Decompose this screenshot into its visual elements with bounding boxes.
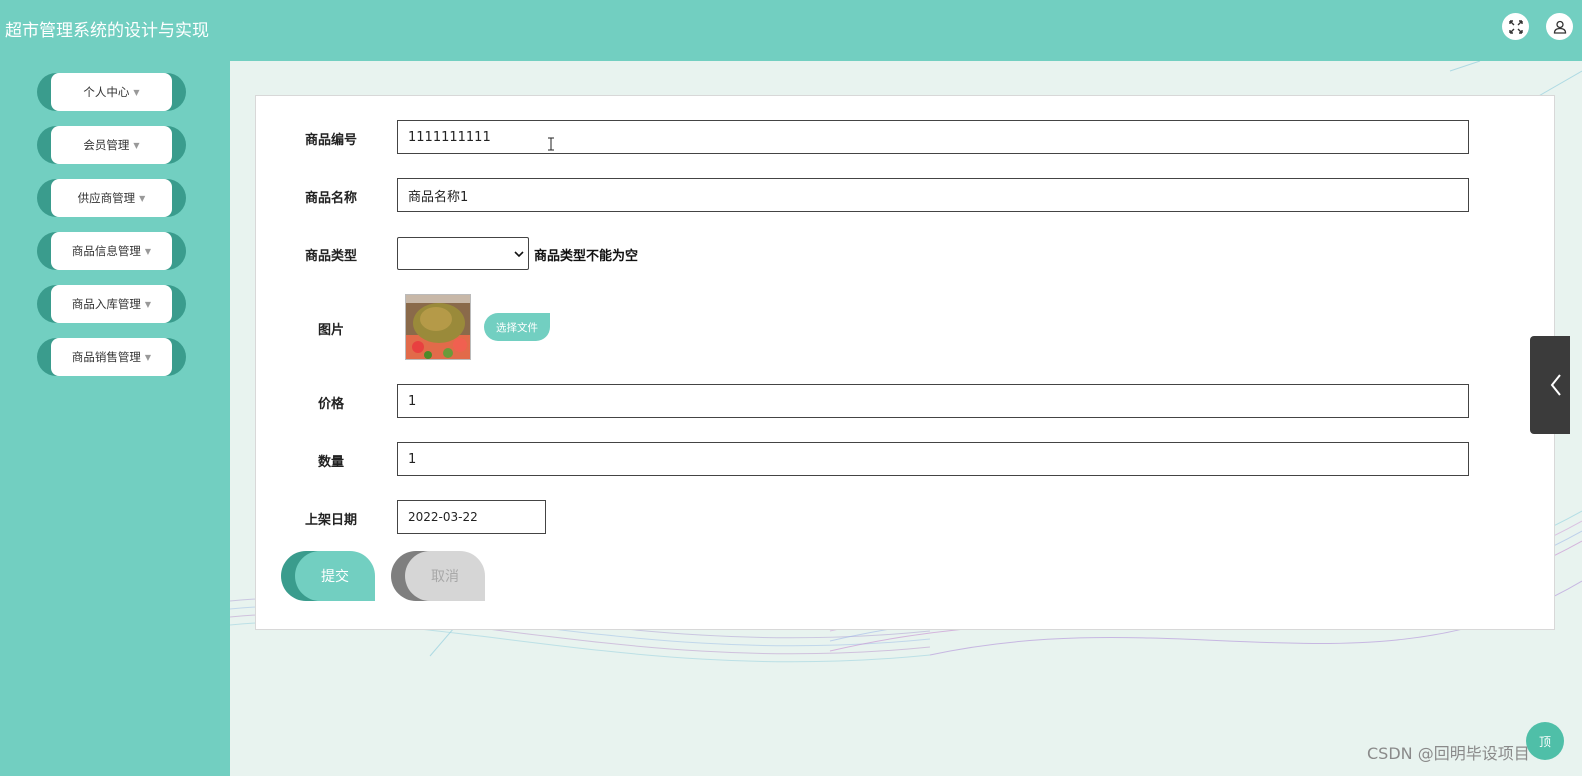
sidebar-item-label: 会员管理 <box>83 138 130 152</box>
product-form-card: 商品编号 商品名称 商品类型 商品类型不能为空 图片 选择文件 价格 数量 上架… <box>255 95 1555 630</box>
sidebar-item-label: 商品信息管理 <box>71 244 141 258</box>
sidebar-item-label: 商品入库管理 <box>71 297 141 311</box>
listing-date-input[interactable] <box>397 500 546 534</box>
quantity-label: 数量 <box>317 455 344 470</box>
caret-down-icon: ▼ <box>144 246 152 256</box>
image-label: 图片 <box>317 323 344 338</box>
product-no-input[interactable] <box>397 120 1469 154</box>
product-image-thumbnail <box>405 294 471 360</box>
product-type-select[interactable] <box>397 237 529 270</box>
side-panel-toggle[interactable] <box>1530 336 1570 434</box>
caret-down-icon: ▼ <box>139 193 146 203</box>
caret-down-icon: ▼ <box>144 352 152 362</box>
food-image <box>406 295 470 359</box>
price-label: 价格 <box>317 397 344 412</box>
sidebar-item-personal-center[interactable]: 个人中心 ▼ <box>37 73 186 111</box>
quantity-input[interactable] <box>397 442 1469 476</box>
caret-down-icon: ▼ <box>133 87 140 97</box>
top-header: 超市管理系统的设计与实现 <box>0 0 1582 61</box>
product-type-label: 商品类型 <box>304 249 357 264</box>
chevron-left-icon <box>1550 374 1561 396</box>
chevron-down-icon <box>514 251 524 258</box>
sidebar-item-label: 商品销售管理 <box>71 350 141 364</box>
sidebar-item-supplier-management[interactable]: 供应商管理 ▼ <box>37 179 186 217</box>
submit-label: 提交 <box>295 551 375 601</box>
product-name-label: 商品名称 <box>304 191 357 206</box>
sidebar-item-sales-management[interactable]: 商品销售管理 ▼ <box>37 338 186 376</box>
sidebar-item-stock-in-management[interactable]: 商品入库管理 ▼ <box>37 285 186 323</box>
choose-file-button[interactable]: 选择文件 <box>484 313 550 341</box>
product-no-label: 商品编号 <box>304 133 357 148</box>
sidebar-item-product-info-management[interactable]: 商品信息管理 ▼ <box>37 232 186 270</box>
watermark: CSDN @回明毕设项目 <box>1367 744 1530 763</box>
expand-icon <box>1508 19 1523 34</box>
caret-down-icon: ▼ <box>133 140 140 150</box>
sidebar-item-label: 个人中心 <box>83 85 130 99</box>
price-input[interactable] <box>397 384 1469 418</box>
app-title: 超市管理系统的设计与实现 <box>5 21 209 41</box>
sidebar-item-label: 供应商管理 <box>77 191 136 205</box>
back-to-top-button[interactable]: 顶 <box>1526 722 1564 760</box>
cancel-label: 取消 <box>405 551 485 601</box>
submit-button[interactable]: 提交 <box>281 551 375 601</box>
sidebar: 个人中心 ▼ 会员管理 ▼ 供应商管理 ▼ 商品信息管理 ▼ 商品入库管理 ▼ 商品销售管… <box>0 61 230 776</box>
user-icon <box>1553 20 1566 34</box>
product-name-input[interactable] <box>397 178 1469 212</box>
text-cursor-icon <box>548 137 554 151</box>
sidebar-item-member-management[interactable]: 会员管理 ▼ <box>37 126 186 164</box>
listing-date-label: 上架日期 <box>304 513 357 528</box>
cancel-button[interactable]: 取消 <box>391 551 485 601</box>
product-type-error: 商品类型不能为空 <box>534 249 639 264</box>
fullscreen-button[interactable] <box>1502 13 1529 40</box>
caret-down-icon: ▼ <box>144 299 152 309</box>
user-menu-button[interactable] <box>1546 13 1573 40</box>
